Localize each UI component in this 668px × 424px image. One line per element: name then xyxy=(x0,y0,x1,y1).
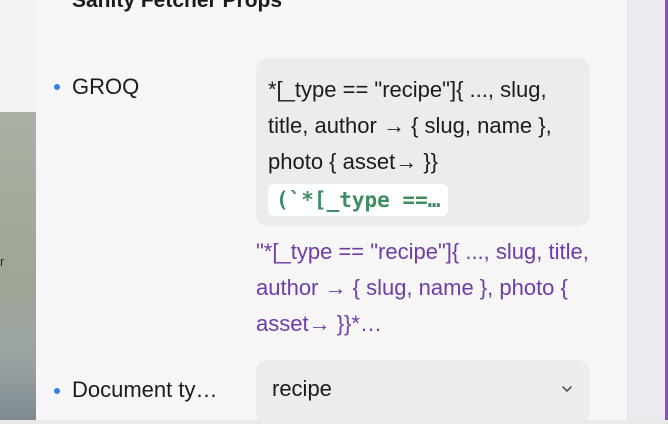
right-background xyxy=(628,0,668,420)
groq-query-field[interactable]: *[_type == "recipe"]{ ..., slug, title, … xyxy=(256,58,590,226)
groq-bullet xyxy=(54,84,60,90)
panel-title: Sanity Fetcher Props xyxy=(72,0,283,12)
chevron-down-icon xyxy=(562,386,572,392)
groq-query-text: *[_type == "recipe"]{ ..., slug, title, … xyxy=(268,77,552,174)
document-type-label: Document ty… xyxy=(72,377,218,402)
groq-code-chip[interactable]: (`*[_type ==… xyxy=(268,184,449,216)
document-type-bullet xyxy=(54,388,60,394)
groq-value-preview: "*[_type == "recipe"]{ ..., slug, title,… xyxy=(256,239,589,336)
document-type-value: recipe xyxy=(272,376,332,401)
document-type-select[interactable]: recipe xyxy=(256,360,590,424)
groq-label: GROQ xyxy=(72,74,140,99)
recipe-photo xyxy=(0,112,40,420)
canvas-header-band xyxy=(0,0,40,112)
props-panel: Sanity Fetcher Props GROQ *[_type == "re… xyxy=(36,0,628,424)
canvas-text-fragment: r xyxy=(0,254,5,269)
canvas-background: r xyxy=(0,0,40,420)
